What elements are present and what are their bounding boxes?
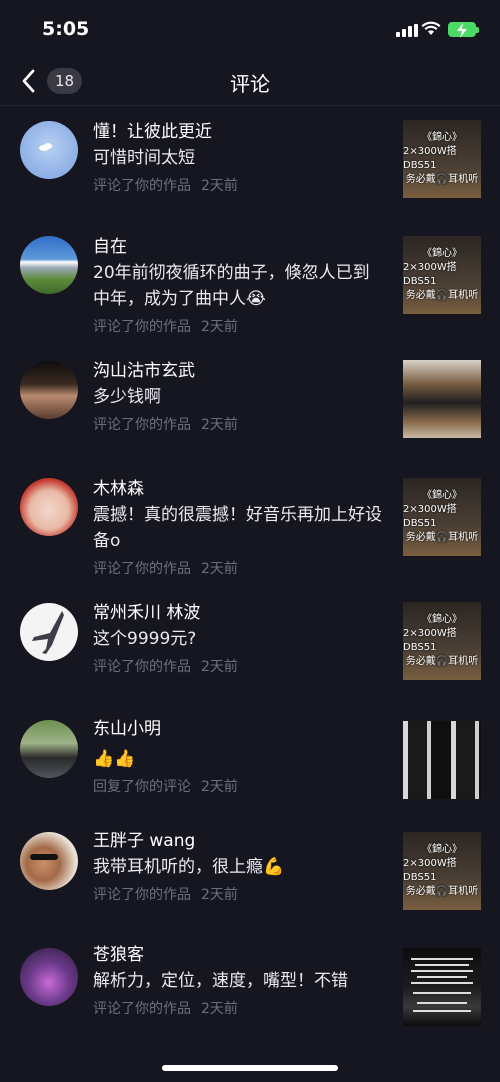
thumbnail-caption: 《錦心》: [422, 844, 462, 855]
thumbnail-caption: 2×300W搭DBS51: [403, 262, 457, 287]
thumbnail-caption: 《錦心》: [422, 490, 462, 501]
thumbnail-caption: 2×300W搭DBS51: [403, 146, 457, 171]
video-thumbnail[interactable]: 《錦心》 2×300W搭DBS51 务必戴🎧耳机听: [403, 478, 481, 556]
comment-item[interactable]: 自在 20年前彻夜循环的曲子，倏忽人已到中年，成为了曲中人😭 评论了你的作品 2天…: [0, 224, 500, 348]
commenter-name[interactable]: 东山小明: [93, 716, 383, 742]
video-thumbnail[interactable]: 《錦心》 2×300W搭DBS51 务必戴🎧耳机听: [403, 236, 481, 314]
comment-meta: 评论了你的作品 2天前: [93, 996, 383, 1022]
avatar[interactable]: [20, 236, 78, 294]
back-button[interactable]: [18, 66, 40, 96]
thumbnail-caption: 《錦心》: [422, 614, 462, 625]
comment-action: 评论了你的作品: [93, 887, 191, 903]
comment-meta: 评论了你的作品 2天前: [93, 412, 383, 438]
avatar[interactable]: [20, 121, 78, 179]
comment-meta: 评论了你的作品 2天前: [93, 314, 383, 340]
commenter-name[interactable]: 懂！让彼此更近: [93, 119, 383, 145]
comment-time: 2天前: [201, 659, 238, 675]
thumbnail-caption: 2×300W搭DBS51: [403, 628, 457, 653]
commenter-name[interactable]: 苍狼客: [93, 942, 383, 968]
commenter-name[interactable]: 常州禾川 林波: [93, 600, 383, 626]
comment-time: 2天前: [201, 1001, 238, 1017]
video-thumbnail[interactable]: 《錦心》 2×300W搭DBS51 务必戴🎧耳机听: [403, 602, 481, 680]
commenter-name[interactable]: 沟山沽市玄武: [93, 358, 383, 384]
comment-meta: 评论了你的作品 2天前: [93, 556, 383, 582]
video-thumbnail[interactable]: [403, 948, 481, 1026]
thumbnail-caption: 务必戴🎧耳机听: [405, 886, 479, 897]
avatar[interactable]: [20, 832, 78, 890]
comment-list: 懂！让彼此更近 可惜时间太短 评论了你的作品 2天前 《錦心》 2×300W搭DB…: [0, 107, 500, 1061]
thumbnail-caption: 《錦心》: [422, 132, 462, 143]
avatar[interactable]: [20, 603, 78, 661]
thumbnail-caption: 务必戴🎧耳机听: [405, 656, 479, 667]
comment-item[interactable]: 懂！让彼此更近 可惜时间太短 评论了你的作品 2天前 《錦心》 2×300W搭DB…: [0, 107, 500, 224]
comment-text: 这个9999元?: [93, 629, 197, 649]
thumbnail-caption: 《錦心》: [422, 248, 462, 259]
comment-action: 评论了你的作品: [93, 417, 191, 433]
thumbnail-caption: 务必戴🎧耳机听: [405, 532, 479, 543]
comment-time: 2天前: [201, 887, 238, 903]
nav-bar: 评论 18: [0, 58, 500, 106]
comment-text: 👍👍: [93, 749, 136, 769]
commenter-name[interactable]: 木林森: [93, 476, 383, 502]
comment-item[interactable]: 王胖子 wang 我带耳机听的，很上瘾💪 评论了你的作品 2天前 《錦心》 2×3…: [0, 822, 500, 936]
video-thumbnail[interactable]: [403, 360, 481, 438]
avatar[interactable]: [20, 478, 78, 536]
avatar[interactable]: [20, 720, 78, 778]
comment-text: 20年前彻夜循环的曲子，倏忽人已到中年，成为了曲中人😭: [93, 263, 370, 309]
comment-meta: 回复了你的评论 2天前: [93, 774, 383, 800]
chevron-left-icon: [22, 69, 35, 93]
comment-meta: 评论了你的作品 2天前: [93, 654, 383, 680]
comment-action: 评论了你的作品: [93, 1001, 191, 1017]
wifi-icon: [421, 21, 441, 35]
video-thumbnail[interactable]: [403, 721, 481, 799]
comment-item[interactable]: 沟山沽市玄武 多少钱啊 评论了你的作品 2天前: [0, 348, 500, 466]
comment-time: 2天前: [201, 561, 238, 577]
thumbnail-caption: 务必戴🎧耳机听: [405, 290, 479, 301]
comment-action: 评论了你的作品: [93, 659, 191, 675]
comment-action: 评论了你的作品: [93, 561, 191, 577]
comment-text: 解析力，定位，速度，嘴型！不错: [93, 971, 348, 991]
video-thumbnail[interactable]: 《錦心》 2×300W搭DBS51 务必戴🎧耳机听: [403, 832, 481, 910]
thumbnail-caption: 2×300W搭DBS51: [403, 858, 457, 883]
battery-charging-icon: [448, 22, 479, 38]
home-indicator[interactable]: [162, 1065, 338, 1071]
comment-item[interactable]: 东山小明 👍👍 回复了你的评论 2天前: [0, 706, 500, 822]
commenter-name[interactable]: 王胖子 wang: [93, 828, 383, 854]
comment-item[interactable]: 常州禾川 林波 这个9999元? 评论了你的作品 2天前 《錦心》 2×300W搭…: [0, 590, 500, 706]
fighter-jet-icon: [32, 611, 64, 654]
thumbnail-caption: 务必戴🎧耳机听: [405, 174, 479, 185]
unread-count-badge: 18: [47, 68, 83, 94]
comment-text: 多少钱啊: [93, 387, 161, 407]
comment-action: 评论了你的作品: [93, 178, 191, 194]
status-time: 5:05: [42, 18, 90, 40]
comment-time: 2天前: [201, 779, 238, 795]
thumbnail-caption: 2×300W搭DBS51: [403, 504, 457, 529]
video-thumbnail[interactable]: 《錦心》 2×300W搭DBS51 务必戴🎧耳机听: [403, 120, 481, 198]
comment-item[interactable]: 木林森 震撼！真的很震撼！好音乐再加上好设备o 评论了你的作品 2天前 《錦心》 …: [0, 466, 500, 590]
avatar[interactable]: [20, 948, 78, 1006]
comment-text: 可惜时间太短: [93, 148, 195, 168]
commenter-name[interactable]: 自在: [93, 234, 383, 260]
comment-time: 2天前: [201, 319, 238, 335]
comment-time: 2天前: [201, 417, 238, 433]
cellular-signal-icon: [396, 24, 418, 37]
avatar[interactable]: [20, 361, 78, 419]
comment-action: 回复了你的评论: [93, 779, 191, 795]
comment-meta: 评论了你的作品 2天前: [93, 173, 383, 199]
comment-item[interactable]: 苍狼客 解析力，定位，速度，嘴型！不错 评论了你的作品 2天前: [0, 936, 500, 1061]
comment-text: 震撼！真的很震撼！好音乐再加上好设备o: [93, 505, 382, 551]
status-bar: 5:05: [0, 0, 500, 58]
comment-action: 评论了你的作品: [93, 319, 191, 335]
comment-meta: 评论了你的作品 2天前: [93, 882, 383, 908]
comment-text: 我带耳机听的，很上瘾💪: [93, 857, 285, 877]
comment-time: 2天前: [201, 178, 238, 194]
